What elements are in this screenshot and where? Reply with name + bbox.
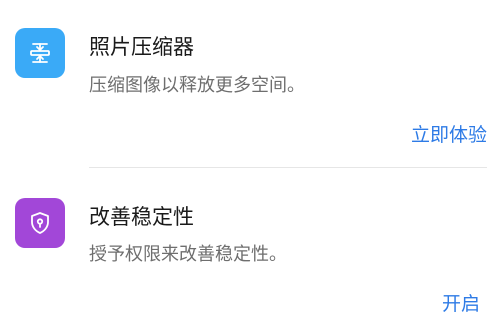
improve-stability-title: 改善稳定性 [89, 205, 194, 229]
enable-button[interactable]: 开启 [442, 289, 480, 316]
shield-lock-icon [15, 198, 65, 248]
improve-stability-card: 改善稳定性 授予权限来改善稳定性。 开启 [0, 170, 487, 321]
photo-compressor-card: 照片压缩器 压缩图像以释放更多空间。 立即体验 [0, 0, 487, 160]
photo-compressor-description: 压缩图像以释放更多空间。 [89, 75, 305, 96]
compress-icon [15, 28, 65, 78]
divider [89, 167, 487, 168]
try-now-button[interactable]: 立即体验 [411, 120, 487, 147]
photo-compressor-title: 照片压缩器 [89, 35, 194, 59]
improve-stability-description: 授予权限来改善稳定性。 [89, 244, 287, 265]
